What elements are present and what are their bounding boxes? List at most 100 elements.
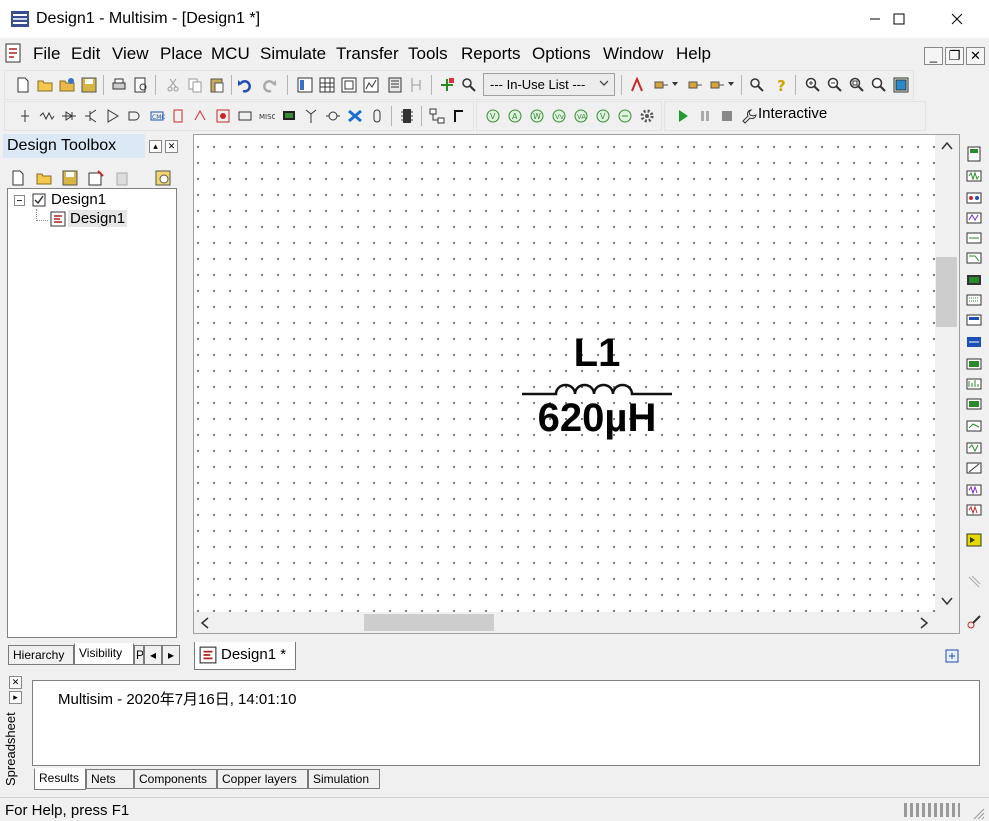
analog-icon[interactable] — [105, 108, 121, 124]
backward-annotate-icon[interactable] — [709, 77, 725, 93]
menu-options[interactable]: Options — [532, 44, 591, 64]
tab-hierarchy[interactable]: Hierarchy — [8, 645, 74, 665]
horizontal-scrollbar[interactable] — [194, 612, 935, 633]
basic-icon[interactable] — [39, 108, 55, 124]
spreadsheet-view-icon[interactable] — [319, 77, 335, 93]
function-generator-icon[interactable] — [966, 168, 982, 184]
tree-child-label[interactable]: Design1 — [68, 210, 128, 227]
probe-voltage-icon[interactable]: V — [485, 108, 501, 124]
open-sample-icon[interactable] — [59, 77, 75, 93]
ni-components-icon[interactable] — [347, 108, 363, 124]
indicator-icon[interactable] — [215, 108, 231, 124]
mcu-module-icon[interactable] — [399, 108, 415, 124]
probe-current-icon[interactable]: A — [507, 108, 523, 124]
probe-differential-icon[interactable]: Vv — [551, 108, 567, 124]
component-wizard-icon[interactable] — [409, 77, 425, 93]
misc-digital-icon[interactable] — [171, 108, 187, 124]
chevron-right-icon[interactable] — [919, 617, 929, 629]
tektronix-oscilloscope-icon[interactable] — [966, 502, 982, 518]
gear-icon[interactable] — [639, 108, 655, 124]
new-file-icon[interactable] — [15, 77, 31, 93]
vertical-scrollbar[interactable] — [935, 135, 959, 612]
zoom-fit-icon[interactable] — [871, 77, 887, 93]
spreadsheet-float-button[interactable]: ▸ — [9, 691, 22, 704]
network-analyzer-icon[interactable] — [966, 418, 982, 434]
wattmeter-icon[interactable] — [966, 190, 982, 206]
probe-power-icon[interactable]: W — [529, 108, 545, 124]
menu-place[interactable]: Place — [160, 44, 203, 64]
tab-scroll-left-button[interactable]: ◂ — [144, 645, 162, 665]
multimeter-icon[interactable] — [966, 146, 982, 162]
menu-tools[interactable]: Tools — [408, 44, 448, 64]
tile-windows-icon[interactable] — [945, 649, 959, 663]
stop-icon[interactable] — [719, 108, 735, 124]
window-maximize-button[interactable] — [876, 0, 922, 38]
probe-digital-icon[interactable]: V — [595, 108, 611, 124]
spectrum-analyzer-icon[interactable] — [966, 396, 982, 412]
tab-scroll-right-button[interactable]: ▸ — [162, 645, 180, 665]
chevron-down-icon[interactable] — [671, 80, 679, 88]
horizontal-scroll-thumb[interactable] — [364, 614, 494, 631]
chevron-down-icon[interactable] — [941, 596, 953, 606]
agilent-multimeter-icon[interactable] — [966, 460, 982, 476]
open-folder-icon[interactable] — [37, 77, 53, 93]
panel-float-button[interactable]: ▴ — [149, 140, 162, 153]
schematic-sheet-icon[interactable] — [50, 211, 66, 227]
print-icon[interactable] — [111, 77, 127, 93]
inductor-component[interactable]: L1 620µH — [522, 331, 672, 441]
frequency-counter-icon[interactable] — [966, 272, 982, 288]
bode-plotter-icon[interactable] — [966, 250, 982, 266]
interactive-simulation-label[interactable]: Interactive — [758, 105, 827, 122]
window-close-button[interactable] — [934, 0, 980, 38]
tab-simulation[interactable]: Simulation — [308, 769, 380, 789]
component-reference-label[interactable]: L1 — [522, 331, 672, 376]
oscilloscope-icon[interactable] — [966, 210, 982, 226]
grapher-icon[interactable] — [363, 77, 379, 93]
find-examples-icon[interactable] — [749, 77, 765, 93]
menu-reports[interactable]: Reports — [461, 44, 521, 64]
zoom-out-icon[interactable] — [827, 77, 843, 93]
word-generator-icon[interactable] — [966, 292, 982, 308]
transistor-icon[interactable] — [83, 108, 99, 124]
database-manager-icon[interactable] — [341, 77, 357, 93]
redo-icon[interactable] — [261, 77, 277, 93]
mdi-minimize-button[interactable]: _ — [924, 47, 943, 65]
ni-elvis-icon[interactable] — [966, 574, 982, 590]
erc-icon[interactable] — [629, 77, 645, 93]
chevron-up-icon[interactable] — [941, 141, 953, 151]
save-icon[interactable] — [81, 77, 97, 93]
tab-results[interactable]: Results — [34, 768, 86, 790]
chevron-down-icon[interactable] — [727, 80, 735, 88]
cmos-icon[interactable]: CMOS — [149, 108, 165, 124]
print-preview-icon[interactable] — [133, 77, 149, 93]
checked-design-icon[interactable] — [32, 193, 46, 207]
logic-converter-icon[interactable] — [966, 312, 982, 328]
copy-icon[interactable] — [187, 77, 203, 93]
cut-icon[interactable] — [165, 77, 181, 93]
toggle-design-toolbox-icon[interactable] — [297, 77, 313, 93]
electromechanical-icon[interactable] — [325, 108, 341, 124]
probe-settings-icon[interactable] — [617, 108, 633, 124]
logic-analyzer-icon[interactable] — [966, 334, 982, 350]
tab-visibility[interactable]: Visibility — [74, 643, 134, 665]
open-folder-icon[interactable] — [36, 170, 52, 186]
forward-annotate-icon[interactable] — [687, 77, 703, 93]
close-design-icon[interactable] — [88, 170, 104, 186]
current-probe-icon[interactable] — [966, 614, 982, 630]
zoom-in-icon[interactable] — [805, 77, 821, 93]
menu-window[interactable]: Window — [603, 44, 663, 64]
menu-edit[interactable]: Edit — [71, 44, 100, 64]
tree-root-label[interactable]: Design1 — [51, 191, 106, 208]
rf-icon[interactable] — [303, 108, 319, 124]
iv-analyzer-icon[interactable] — [966, 356, 982, 372]
in-use-list-dropdown[interactable]: --- In-Use List --- — [483, 73, 615, 96]
source-icon[interactable] — [17, 108, 33, 124]
mixed-icon[interactable] — [193, 108, 209, 124]
component-search-icon[interactable] — [461, 77, 477, 93]
agilent-generator-icon[interactable] — [966, 440, 982, 456]
resize-grip-icon[interactable] — [971, 806, 985, 820]
power-component-icon[interactable] — [237, 108, 253, 124]
run-icon[interactable] — [675, 108, 691, 124]
tab-project-view[interactable]: P — [134, 645, 144, 665]
probe-voltage-reference-icon[interactable]: VA — [573, 108, 589, 124]
